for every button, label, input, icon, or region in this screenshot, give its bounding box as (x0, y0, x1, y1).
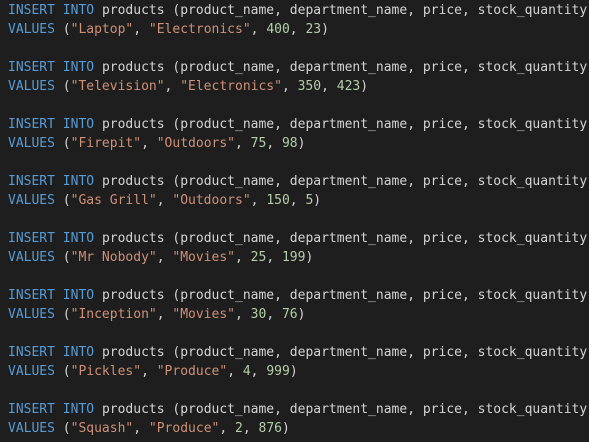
department-value: "Electronics" (180, 79, 282, 94)
column-list: (product_name, department_name, price, s… (172, 60, 589, 75)
column-list: (product_name, department_name, price, s… (172, 402, 589, 417)
price-value: 400 (266, 22, 290, 37)
values-line: VALUES ("Laptop", "Electronics", 400, 23… (8, 22, 329, 37)
department-value: "Movies" (172, 250, 235, 265)
department-value: "Produce" (156, 364, 228, 379)
insert-line: INSERT INTO products (product_name, depa… (8, 400, 589, 419)
product-value: "Mr Nobody" (70, 250, 157, 265)
values-keyword: VALUES (8, 307, 55, 322)
insert-statement: INSERT INTO products (product_name, depa… (8, 343, 589, 381)
insert-keyword: INSERT (8, 288, 55, 303)
insert-line: INSERT INTO products (product_name, depa… (8, 286, 589, 305)
column-list: (product_name, department_name, price, s… (172, 117, 589, 132)
insert-statement: INSERT INTO products (product_name, depa… (8, 229, 589, 267)
values-keyword: VALUES (8, 421, 55, 436)
insert-statement: INSERT INTO products (product_name, depa… (8, 115, 589, 153)
insert-statement: INSERT INTO products (product_name, depa… (8, 286, 589, 324)
values-line: VALUES ("Mr Nobody", "Movies", 25, 199) (8, 250, 314, 265)
table-name: products (101, 60, 165, 75)
values-line: VALUES ("Inception", "Movies", 30, 76) (8, 307, 306, 322)
stock-value: 876 (258, 421, 282, 436)
into-keyword: INTO (62, 231, 95, 246)
values-line: VALUES ("Pickles", "Produce", 4, 999) (8, 364, 298, 379)
values-line: VALUES ("Firepit", "Outdoors", 75, 98) (8, 136, 306, 151)
insert-line: INSERT INTO products (product_name, depa… (8, 343, 589, 362)
insert-keyword: INSERT (8, 174, 55, 189)
insert-statement: INSERT INTO products (product_name, depa… (8, 172, 589, 210)
price-value: 2 (235, 421, 243, 436)
insert-statement: INSERT INTO products (product_name, depa… (8, 58, 589, 96)
insert-statement: INSERT INTO products (product_name, depa… (8, 1, 589, 39)
into-keyword: INTO (62, 345, 95, 360)
insert-keyword: INSERT (8, 117, 55, 132)
insert-keyword: INSERT (8, 402, 55, 417)
department-value: "Electronics" (148, 22, 251, 37)
product-value: "Squash" (70, 421, 134, 436)
into-keyword: INTO (62, 3, 95, 18)
column-list: (product_name, department_name, price, s… (172, 288, 589, 303)
table-name: products (101, 402, 165, 417)
insert-line: INSERT INTO products (product_name, depa… (8, 229, 589, 248)
department-value: "Movies" (172, 307, 235, 322)
price-value: 4 (242, 364, 251, 379)
values-keyword: VALUES (8, 136, 55, 151)
insert-keyword: INSERT (8, 3, 55, 18)
values-line: VALUES ("Gas Grill", "Outdoors", 150, 5) (8, 193, 322, 208)
product-value: "Television" (70, 79, 165, 94)
insert-line: INSERT INTO products (product_name, depa… (8, 115, 589, 134)
table-name: products (101, 231, 165, 246)
product-value: "Inception" (70, 307, 157, 322)
into-keyword: INTO (62, 60, 95, 75)
product-value: "Laptop" (70, 22, 134, 37)
insert-line: INSERT INTO products (product_name, depa… (8, 172, 589, 191)
stock-value: 199 (281, 250, 306, 265)
values-line: VALUES ("Squash", "Produce", 2, 876) (8, 421, 290, 436)
insert-line: INSERT INTO products (product_name, depa… (8, 58, 589, 77)
column-list: (product_name, department_name, price, s… (172, 3, 589, 18)
product-value: "Pickles" (70, 364, 142, 379)
values-keyword: VALUES (8, 364, 55, 379)
product-value: "Gas Grill" (70, 193, 157, 208)
department-value: "Outdoors" (172, 193, 251, 208)
into-keyword: INTO (62, 174, 95, 189)
values-keyword: VALUES (8, 79, 55, 94)
values-line: VALUES ("Television", "Electronics", 350… (8, 79, 369, 94)
stock-value: 76 (281, 307, 298, 322)
insert-keyword: INSERT (8, 231, 55, 246)
insert-keyword: INSERT (8, 60, 55, 75)
department-value: "Outdoors" (156, 136, 236, 151)
values-keyword: VALUES (8, 250, 55, 265)
sql-code-editor[interactable]: INSERT INTO products (product_name, depa… (0, 0, 589, 442)
values-keyword: VALUES (8, 193, 55, 208)
stock-value: 23 (305, 22, 322, 37)
price-value: 75 (250, 136, 267, 151)
price-value: 150 (266, 193, 290, 208)
into-keyword: INTO (62, 402, 95, 417)
stock-value: 98 (281, 136, 298, 151)
insert-statement: INSERT INTO products (product_name, depa… (8, 400, 589, 438)
price-value: 30 (250, 307, 267, 322)
price-value: 350 (297, 79, 322, 94)
values-keyword: VALUES (8, 22, 55, 37)
table-name: products (101, 3, 165, 18)
insert-line: INSERT INTO products (product_name, depa… (8, 1, 589, 20)
table-name: products (101, 174, 165, 189)
column-list: (product_name, department_name, price, s… (172, 345, 589, 360)
stock-value: 423 (336, 79, 361, 94)
insert-keyword: INSERT (8, 345, 55, 360)
column-list: (product_name, department_name, price, s… (172, 174, 589, 189)
into-keyword: INTO (62, 288, 95, 303)
column-list: (product_name, department_name, price, s… (172, 231, 589, 246)
into-keyword: INTO (62, 117, 95, 132)
price-value: 25 (250, 250, 267, 265)
stock-value: 999 (266, 364, 290, 379)
table-name: products (101, 117, 165, 132)
product-value: "Firepit" (70, 136, 142, 151)
department-value: "Produce" (148, 421, 220, 436)
table-name: products (101, 288, 165, 303)
table-name: products (101, 345, 165, 360)
